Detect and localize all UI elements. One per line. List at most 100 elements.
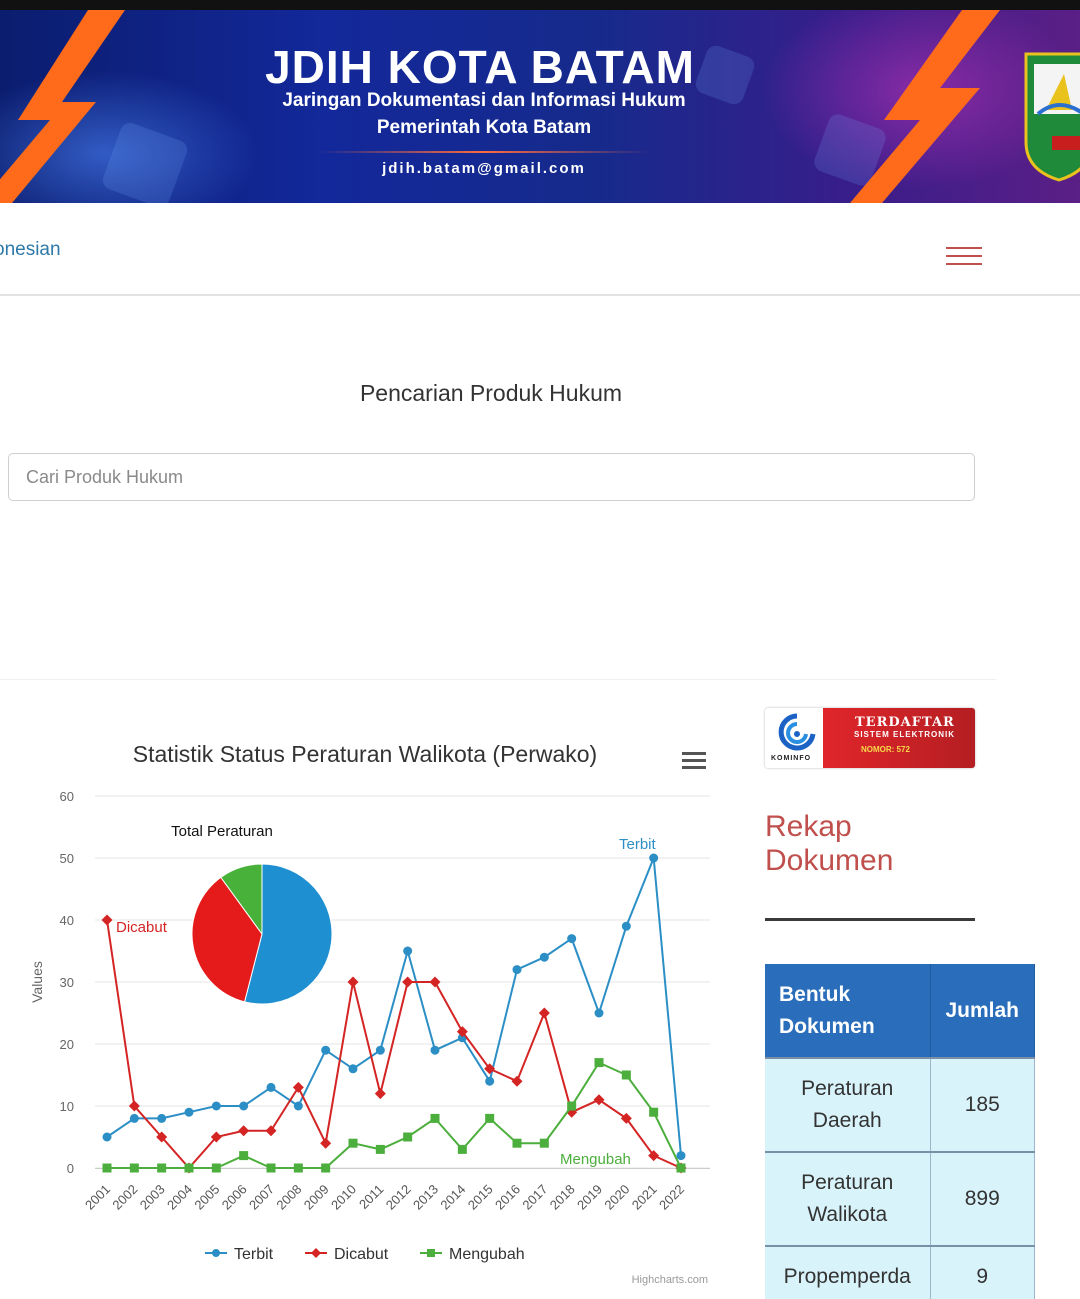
site-banner: JDIH KOTA BATAM Jaringan Dokumentasi dan…: [0, 10, 1080, 203]
x-tick-label: 2019: [574, 1182, 605, 1213]
x-tick-label: 2018: [547, 1182, 578, 1213]
data-point: [321, 1163, 331, 1173]
rekap-title: Rekap Dokumen: [765, 810, 894, 877]
x-tick-label: 2020: [601, 1182, 632, 1213]
data-point: [184, 1163, 194, 1173]
data-point: [157, 1113, 167, 1123]
data-point: [320, 1137, 332, 1149]
data-point: [211, 1163, 221, 1173]
site-subtitle-2: Pemerintah Kota Batam: [376, 117, 592, 138]
navbar: onesian: [0, 203, 1080, 296]
cell-bentuk: Propemperda: [765, 1245, 931, 1299]
kominfo-logo-text: KOMINFO: [771, 755, 812, 762]
legend-marker: [311, 1248, 321, 1258]
x-tick-label: 2022: [656, 1182, 687, 1213]
cell-bentuk: Peraturan Walikota: [765, 1151, 931, 1246]
data-point: [621, 1070, 631, 1080]
x-tick-label: 2004: [164, 1182, 195, 1213]
x-tick-label: 2016: [492, 1182, 523, 1213]
data-point: [649, 853, 659, 863]
data-point: [129, 1163, 139, 1173]
data-point: [567, 1101, 577, 1111]
data-point: [348, 1064, 358, 1074]
data-point: [184, 1107, 194, 1117]
legend-marker: [427, 1249, 435, 1257]
series-label-terbit: Terbit: [619, 836, 657, 853]
y-tick-label: 20: [60, 1037, 74, 1052]
x-tick-label: 2010: [328, 1182, 359, 1213]
legend-item: Terbit: [234, 1246, 274, 1263]
search-input[interactable]: [8, 453, 975, 501]
hamburger-icon[interactable]: [946, 247, 982, 269]
data-point: [265, 1125, 277, 1137]
data-point: [512, 1138, 522, 1148]
chart-credit: Highcharts.com: [632, 1274, 708, 1286]
kominfo-logo-icon: [778, 713, 816, 751]
data-point: [293, 1163, 303, 1173]
language-link[interactable]: onesian: [0, 239, 61, 261]
y-tick-label: 0: [67, 1161, 74, 1176]
chart-title: Statistik Status Peraturan Walikota (Per…: [132, 741, 598, 767]
data-point: [594, 1058, 604, 1068]
data-point: [374, 1088, 386, 1100]
data-point: [101, 914, 113, 926]
x-tick-label: 2003: [137, 1182, 168, 1213]
x-tick-label: 2001: [82, 1182, 113, 1213]
data-point: [511, 1075, 523, 1087]
header-bentuk: Bentuk Dokumen: [765, 964, 931, 1058]
y-tick-label: 40: [60, 913, 74, 928]
data-point: [102, 1132, 112, 1142]
y-tick-label: 60: [60, 789, 74, 804]
contact-email: jdih.batam@gmail.com: [382, 160, 586, 177]
data-point: [430, 1113, 440, 1123]
legend-item: Dicabut: [334, 1246, 389, 1263]
data-point: [375, 1144, 385, 1154]
data-point: [266, 1163, 276, 1173]
data-point: [539, 952, 549, 962]
data-point: [430, 1045, 440, 1055]
data-point: [403, 1132, 413, 1142]
data-point: [348, 1138, 358, 1148]
legend-marker: [212, 1249, 220, 1257]
banner-divider: [318, 151, 650, 153]
x-tick-label: 2014: [437, 1182, 468, 1213]
data-point: [129, 1113, 139, 1123]
data-point: [321, 1045, 331, 1055]
x-tick-label: 2002: [109, 1182, 140, 1213]
data-point: [266, 1082, 276, 1092]
rekap-divider: [765, 918, 975, 921]
data-point: [429, 976, 441, 988]
badge-title: TERDAFTAR: [855, 715, 955, 730]
data-point: [157, 1163, 167, 1173]
y-tick-label: 50: [60, 851, 74, 866]
x-tick-label: 2006: [219, 1182, 250, 1213]
top-edge: [0, 0, 1080, 10]
data-point: [375, 1045, 385, 1055]
table-row[interactable]: Peraturan Walikota 899: [765, 1151, 1035, 1246]
data-point: [538, 1007, 550, 1019]
x-tick-label: 2008: [273, 1182, 304, 1213]
cell-bentuk: Peraturan Daerah: [765, 1057, 931, 1152]
series-label-mengubah: Mengubah: [560, 1151, 631, 1168]
kominfo-registration-badge[interactable]: KOMINFO TERDAFTAR SISTEM ELEKTRONIK NOMO…: [765, 708, 975, 768]
data-point: [567, 934, 577, 944]
site-title: JDIH KOTA BATAM: [265, 41, 695, 93]
badge-number: NOMOR: 572: [861, 745, 910, 754]
data-point: [649, 1107, 659, 1117]
search-title: Pencarian Produk Hukum: [359, 380, 623, 406]
table-row[interactable]: Propemperda 9: [765, 1245, 1035, 1299]
data-point: [239, 1101, 249, 1111]
table-row[interactable]: Peraturan Daerah 185: [765, 1057, 1035, 1152]
pie-title: Total Peraturan: [171, 823, 273, 840]
data-point: [593, 1094, 605, 1106]
data-point: [211, 1101, 221, 1111]
site-subtitle: Jaringan Dokumentasi dan Informasi Hukum: [282, 90, 686, 111]
data-point: [238, 1125, 250, 1137]
chart-menu-icon[interactable]: [682, 752, 706, 770]
data-point: [485, 1076, 495, 1086]
section-divider: [0, 679, 996, 680]
data-point: [512, 965, 522, 975]
data-point: [402, 976, 414, 988]
perwako-chart: 0 10 20 30 40 50 60 Values 2001 2002 2003 2004 2005 2…: [0, 700, 735, 1299]
y-tick-label: 30: [60, 975, 74, 990]
